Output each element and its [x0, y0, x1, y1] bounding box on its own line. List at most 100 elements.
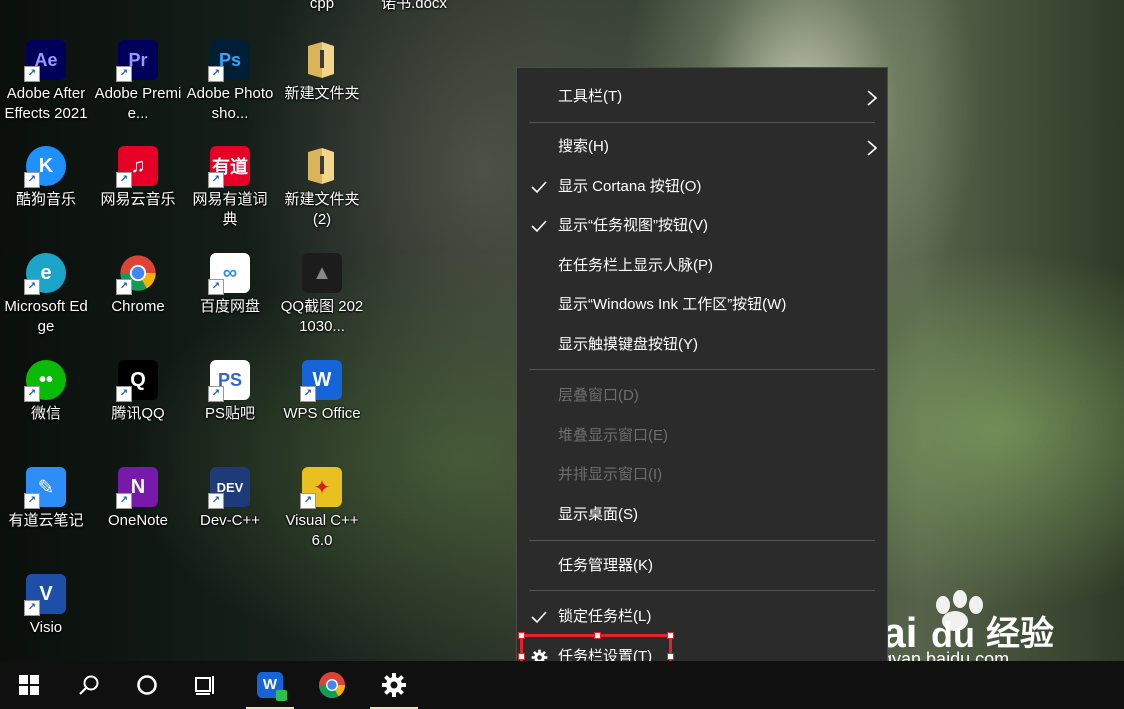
icon-label: QQ截图 2021030...	[280, 298, 364, 335]
menu-item-label: 搜索(H)	[558, 138, 609, 155]
cortana-button[interactable]	[123, 661, 171, 709]
devcpp-icon: DEV ↗	[208, 467, 250, 509]
tieba-icon: PS ↗	[208, 360, 250, 402]
wechat-icon: •• ↗	[24, 360, 66, 402]
taskbar-context-menu: 工具栏(T) 搜索(H) 显示 Cortana 按钮(O) 显示“任务视图”按钮(V)…	[516, 67, 888, 684]
desktop-icon[interactable]: Ae ↗ Adobe After Effects 2021	[2, 40, 90, 124]
desktop-icon[interactable]: DEV ↗ Dev-C++	[186, 467, 274, 531]
desktop-icon[interactable]: ✦ ↗ Visual C++ 6.0	[278, 467, 366, 551]
icon-label: 百度网盘	[199, 298, 260, 315]
desktop-icon[interactable]: •• ↗ 微信	[2, 360, 90, 424]
icon-label: Visio	[29, 619, 63, 636]
shortcut-arrow-icon: ↗	[116, 493, 132, 509]
start-button[interactable]	[5, 661, 53, 709]
desktop-icon-cpp[interactable]: cpp	[278, 0, 366, 14]
youdao-dict-icon: 有道 ↗	[208, 146, 250, 188]
desktop-icon[interactable]: Q ↗ 腾讯QQ	[94, 360, 182, 424]
desktop-icon[interactable]: V ↗ Visio	[2, 574, 90, 638]
shortcut-arrow-icon: ↗	[116, 172, 132, 188]
desktop-icon[interactable]: K ↗ 酷狗音乐	[2, 146, 90, 210]
desktop-icon[interactable]: Pr ↗ Adobe Premie...	[94, 40, 182, 124]
shortcut-arrow-icon: ↗	[208, 66, 224, 82]
desktop-icon[interactable]: ▲ QQ截图 2021030...	[278, 253, 366, 337]
search-icon	[79, 675, 99, 695]
menu-item: 堆叠显示窗口(E)	[517, 417, 887, 455]
after-effects-icon: Ae ↗	[24, 40, 66, 82]
screenshot-file-icon: ▲	[302, 253, 342, 293]
icon-label: WPS Office	[283, 405, 361, 422]
desktop-icon[interactable]: Ps ↗ Adobe Photosho...	[186, 40, 274, 124]
menu-item-label: 任务管理器(K)	[558, 557, 653, 574]
folder-icon	[302, 40, 342, 80]
gear-icon	[382, 673, 406, 697]
icon-label: OneNote	[107, 512, 169, 529]
shortcut-arrow-icon: ↗	[116, 66, 132, 82]
menu-item-label: 锁定任务栏(L)	[558, 608, 652, 625]
desktop-icon[interactable]: 新建文件夹	[278, 40, 366, 104]
menu-item[interactable]: 显示“任务视图”按钮(V)	[517, 207, 887, 245]
task-view-button[interactable]	[182, 661, 230, 709]
icon-label: Adobe Photosho...	[186, 85, 274, 122]
icon-label: Chrome	[111, 298, 165, 315]
desktop-icon[interactable]: ∞ ↗ 百度网盘	[186, 253, 274, 317]
shortcut-arrow-icon: ↗	[24, 600, 40, 616]
desktop-icon[interactable]: 有道 ↗ 网易有道词典	[186, 146, 274, 230]
icon-label: 网易云音乐	[100, 191, 176, 208]
menu-item-label: 堆叠显示窗口(E)	[558, 427, 668, 444]
desktop-icon[interactable]: 新建文件夹 (2)	[278, 146, 366, 230]
desktop-icon[interactable]: W ↗ WPS Office	[278, 360, 366, 424]
task-view-icon	[195, 676, 214, 695]
icon-label: 酷狗音乐	[15, 191, 76, 208]
windows-logo-icon	[19, 675, 39, 695]
netease-music-icon: ♫ ↗	[116, 146, 158, 188]
shortcut-arrow-icon: ↗	[300, 493, 316, 509]
icon-label: 新建文件夹 (2)	[284, 191, 360, 228]
taskbar-chrome-app[interactable]	[308, 661, 356, 709]
shortcut-arrow-icon: ↗	[24, 172, 40, 188]
menu-item[interactable]: 搜索(H)	[517, 128, 887, 166]
checkmark-icon	[529, 207, 549, 245]
desktop-icon[interactable]: ✎ ↗ 有道云笔记	[2, 467, 90, 531]
qq-icon: Q ↗	[116, 360, 158, 402]
menu-item-label: 工具栏(T)	[558, 88, 623, 105]
menu-item[interactable]: 显示桌面(S)	[517, 496, 887, 534]
desktop-icon[interactable]: ♫ ↗ 网易云音乐	[94, 146, 182, 210]
baidu-netdisk-icon: ∞ ↗	[208, 253, 250, 295]
shortcut-arrow-icon: ↗	[24, 386, 40, 402]
menu-item[interactable]: 工具栏(T)	[517, 78, 887, 116]
menu-separator	[529, 540, 875, 541]
kugou-icon: K ↗	[24, 146, 66, 188]
menu-item[interactable]: 显示 Cortana 按钮(O)	[517, 168, 887, 206]
icon-label: 诺书.docx	[381, 0, 447, 12]
icon-label: PS贴吧	[204, 405, 255, 422]
menu-item-label: 显示桌面(S)	[558, 506, 638, 523]
desktop-icon[interactable]: e ↗ Microsoft Edge	[2, 253, 90, 337]
visual-cpp-icon: ✦ ↗	[300, 467, 342, 509]
menu-item-label: 显示 Cortana 按钮(O)	[558, 178, 702, 195]
menu-item[interactable]: 在任务栏上显示人脉(P)	[517, 247, 887, 285]
icon-label: 新建文件夹	[284, 85, 360, 102]
menu-item[interactable]: 任务管理器(K)	[517, 547, 887, 585]
icon-label: Microsoft Edge	[4, 298, 88, 335]
desktop-icon[interactable]: PS ↗ PS贴吧	[186, 360, 274, 424]
shortcut-arrow-icon: ↗	[208, 172, 224, 188]
shortcut-arrow-icon: ↗	[208, 386, 224, 402]
cortana-circle-icon	[137, 675, 157, 695]
menu-item[interactable]: 锁定任务栏(L)	[517, 598, 887, 636]
checkmark-icon	[529, 168, 549, 206]
search-button[interactable]	[65, 661, 113, 709]
taskbar-wps-app[interactable]: W	[246, 661, 294, 709]
visio-icon: V ↗	[24, 574, 66, 616]
shortcut-arrow-icon: ↗	[208, 279, 224, 295]
menu-item[interactable]: 显示“Windows Ink 工作区”按钮(W)	[517, 286, 887, 324]
taskbar-settings-app[interactable]	[370, 661, 418, 709]
menu-item: 层叠窗口(D)	[517, 377, 887, 415]
menu-item[interactable]: 显示触摸键盘按钮(Y)	[517, 326, 887, 364]
chrome-icon: ↗	[116, 253, 158, 295]
annotation-handle	[518, 632, 525, 639]
shortcut-arrow-icon: ↗	[24, 66, 40, 82]
desktop-icon-docx[interactable]: 诺书.docx	[370, 0, 458, 14]
desktop-icon[interactable]: N ↗ OneNote	[94, 467, 182, 531]
desktop-icon[interactable]: ↗ Chrome	[94, 253, 182, 317]
taskbar: W	[0, 661, 1124, 709]
